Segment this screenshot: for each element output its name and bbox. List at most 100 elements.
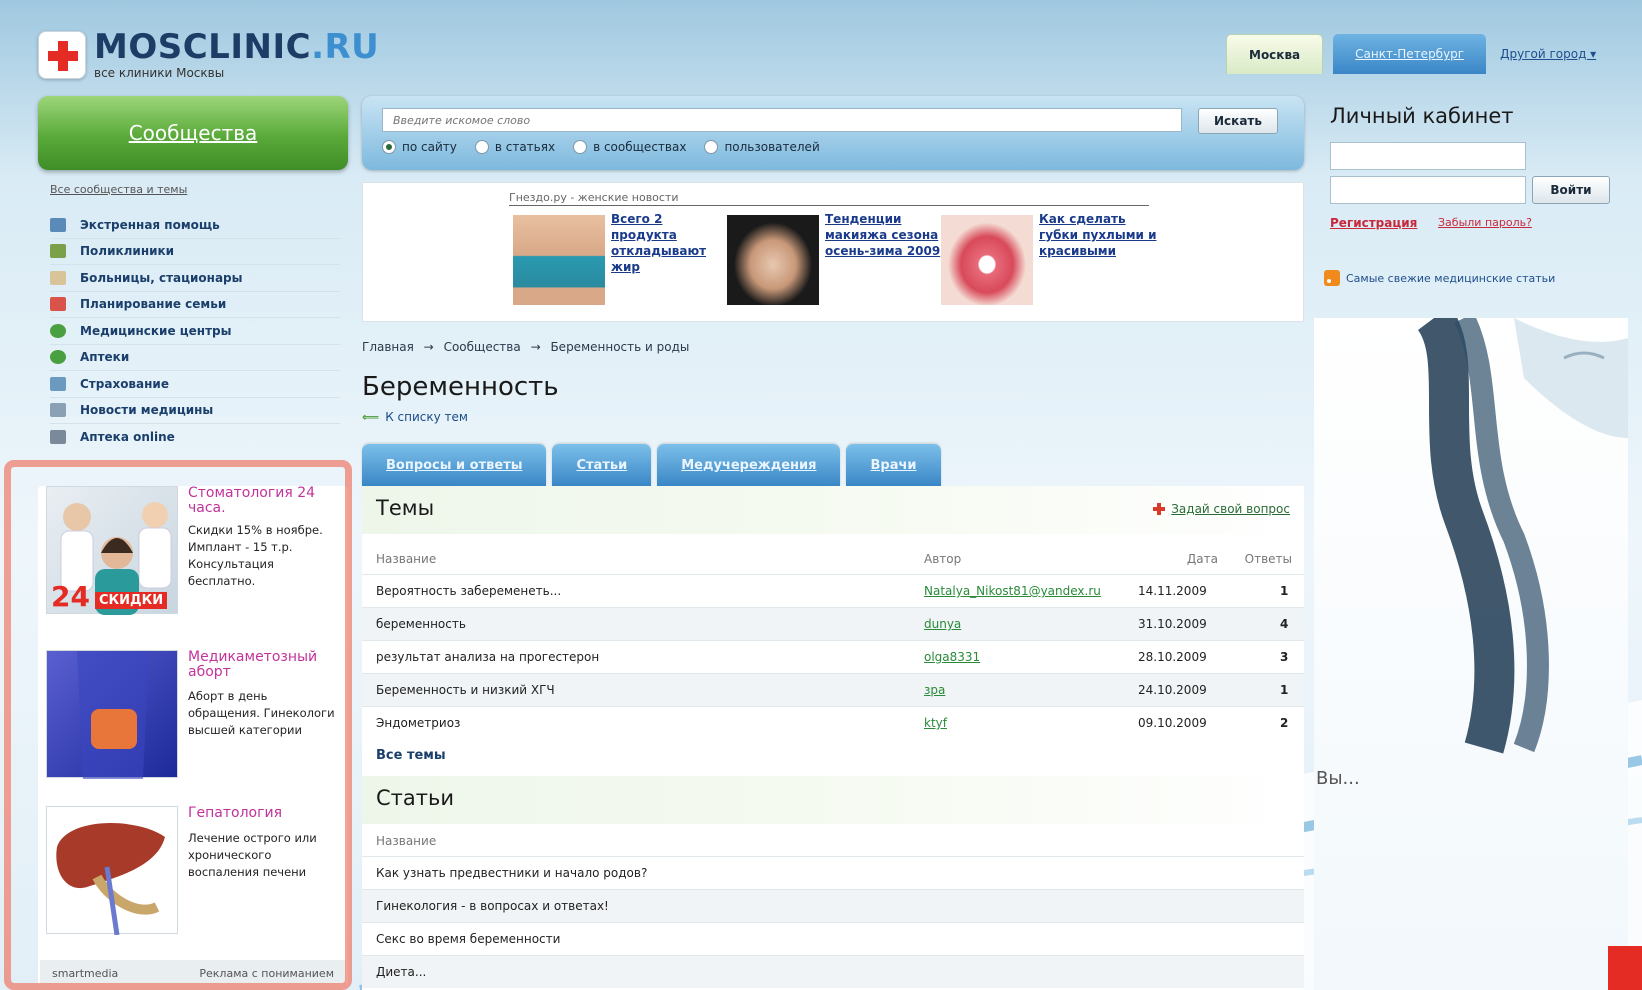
tab-qa[interactable]: Вопросы и ответы [362, 444, 547, 486]
sidebar-item-clinics[interactable]: Поликлиники [50, 239, 340, 265]
topic-title[interactable]: беременность [376, 617, 466, 631]
article-title[interactable]: Секс во время беременности [376, 932, 560, 946]
rss-icon [1324, 270, 1340, 286]
topic-title[interactable]: Эндометриоз [376, 716, 460, 730]
news-image-fitness [513, 215, 605, 305]
topic-date: 31.10.2009 [1138, 617, 1207, 631]
col-author: Автор [924, 552, 962, 566]
sidebar-item-medical-centers[interactable]: Медицинские центры [50, 318, 340, 345]
topic-answers: 4 [1280, 617, 1289, 631]
table-row[interactable]: беременность dunya 31.10.2009 4 [362, 607, 1304, 640]
topic-author[interactable]: Natalya_Nikost81@yandex.ru [924, 584, 1101, 598]
news-link[interactable]: Как сделать губки пухлыми и красивыми [1039, 211, 1157, 259]
table-row[interactable]: Гинекология - в вопросах и ответах! [362, 889, 1304, 922]
online-pharmacy-icon [50, 430, 66, 445]
radio-icon [704, 140, 719, 154]
news-image-makeup [727, 215, 819, 305]
emergency-icon [50, 217, 66, 232]
topic-author[interactable]: ktyf [924, 716, 947, 730]
ad-banner[interactable]: Вы... [1314, 318, 1628, 990]
breadcrumb-home[interactable]: Главная [362, 340, 414, 354]
topic-title[interactable]: Беременность и низкий ХГЧ [376, 683, 555, 697]
articles-title: Статьи [376, 786, 455, 810]
scope-users[interactable]: пользователей [704, 140, 820, 154]
site-logo[interactable]: MOSCLINIC.RU все клиники Москвы [38, 30, 379, 80]
tab-articles[interactable]: Статьи [552, 444, 652, 486]
tab-doctors[interactable]: Врачи [846, 444, 941, 486]
radio-icon [474, 140, 489, 154]
table-row[interactable]: Эндометриоз ktyf 09.10.2009 2 [362, 706, 1304, 739]
sidebar-item-family-planning[interactable]: Планирование семьи [50, 292, 340, 318]
ask-question-link[interactable]: Задай свой вопрос [1153, 502, 1290, 516]
search-button[interactable]: Искать [1198, 108, 1278, 134]
table-row[interactable]: Беременность и низкий ХГЧ зра 24.10.2009… [362, 673, 1304, 706]
sidebar-item-pharmacies[interactable]: Аптеки [50, 345, 340, 371]
article-title[interactable]: Диета... [376, 965, 426, 979]
themes-title: Темы [376, 496, 435, 520]
pharmacy-icon [50, 350, 66, 365]
table-row[interactable]: Секс во время беременности [362, 922, 1304, 955]
scope-articles[interactable]: в статьях [474, 140, 555, 154]
sidebar-item-label: Экстренная помощь [80, 217, 220, 232]
sidebar-item-online-pharmacy[interactable]: Аптека online [50, 424, 340, 451]
woman-portrait-illustration [1417, 318, 1628, 754]
breadcrumb-communities[interactable]: Сообщества [444, 340, 521, 354]
sidebar-item-insurance[interactable]: Страхование [50, 371, 340, 398]
topic-title[interactable]: Вероятность забеременеть... [376, 584, 561, 598]
col-date: Дата [1186, 552, 1218, 566]
register-link[interactable]: Регистрация [1330, 216, 1417, 230]
scope-site[interactable]: по сайту [382, 140, 457, 154]
topic-date: 14.11.2009 [1138, 584, 1207, 598]
themes-header: Темы Задай свой вопрос [362, 486, 1304, 534]
logo-title: MOSCLINIC.RU [94, 27, 380, 67]
other-city-link[interactable]: Другой город ▾ [1496, 34, 1600, 74]
city-tab-spb[interactable]: Санкт-Петербург [1333, 34, 1487, 74]
topic-title[interactable]: результат анализа на прогестерон [376, 650, 599, 664]
topic-date: 24.10.2009 [1138, 683, 1207, 697]
insurance-icon [50, 376, 66, 391]
search-panel: Искать по сайту в статьях в сообществах … [362, 96, 1304, 170]
back-to-topics-link[interactable]: ⟸ К списку тем [362, 410, 468, 424]
topic-author[interactable]: dunya [924, 617, 961, 631]
table-row[interactable]: результат анализа на прогестерон olga833… [362, 640, 1304, 673]
page-title: Беременность [362, 372, 559, 402]
all-communities-link[interactable]: Все сообщества и темы [50, 183, 187, 196]
sidebar-item-medical-news[interactable]: Новости медицины [50, 398, 340, 424]
all-topics-link[interactable]: Все темы [376, 748, 446, 763]
city-tab-moscow[interactable]: Москва [1226, 34, 1324, 74]
table-row[interactable]: Как узнать предвестники и начало родов? [362, 856, 1304, 889]
table-row[interactable]: Диета... [362, 955, 1304, 988]
rss-feed-link[interactable]: Самые свежие медицинские статьи [1324, 270, 1555, 286]
sidebar-item-label: Новости медицины [80, 403, 214, 418]
login-field[interactable] [1330, 142, 1526, 170]
forgot-password-link[interactable]: Забыли пароль? [1438, 216, 1532, 229]
sidebar-item-label: Страхование [80, 376, 169, 391]
article-title[interactable]: Гинекология - в вопросах и ответах! [376, 899, 609, 913]
article-title[interactable]: Как узнать предвестники и начало родов? [376, 866, 647, 880]
sidebar-item-label: Аптеки [80, 350, 130, 365]
hospital-icon [50, 270, 66, 285]
tab-institutions[interactable]: Медучереждения [657, 444, 841, 486]
sidebar-item-label: Медицинские центры [80, 323, 232, 338]
topic-author[interactable]: зра [924, 683, 945, 697]
breadcrumb-arrow-icon: → [530, 340, 541, 354]
news-link[interactable]: Всего 2 продукта откладывают жир [611, 211, 729, 275]
login-button[interactable]: Войти [1532, 176, 1610, 204]
topic-author[interactable]: olga8331 [924, 650, 980, 664]
topic-answers: 2 [1280, 716, 1289, 730]
sidebar-item-emergency[interactable]: Экстренная помощь [50, 212, 340, 239]
table-row[interactable]: Вероятность забеременеть... Natalya_Niko… [362, 574, 1304, 607]
password-field[interactable] [1330, 176, 1526, 204]
breadcrumb-current[interactable]: Беременность и роды [550, 340, 689, 354]
highlight-frame [4, 460, 352, 990]
radio-icon [573, 140, 588, 154]
sidebar-item-hospitals[interactable]: Больницы, стационары [50, 265, 340, 292]
news-link[interactable]: Тенденции макияжа сезона осень-зима 2009 [825, 211, 943, 259]
news-source[interactable]: Гнездо.ру - женские новости [509, 191, 1149, 206]
communities-button[interactable]: Сообщества [38, 96, 348, 170]
breadcrumb-arrow-icon: → [423, 340, 434, 354]
sidebar-item-label: Аптека online [80, 430, 175, 445]
logo-subtitle: все клиники Москвы [94, 66, 225, 80]
scope-communities[interactable]: в сообществах [573, 140, 686, 154]
search-input[interactable] [382, 108, 1182, 132]
